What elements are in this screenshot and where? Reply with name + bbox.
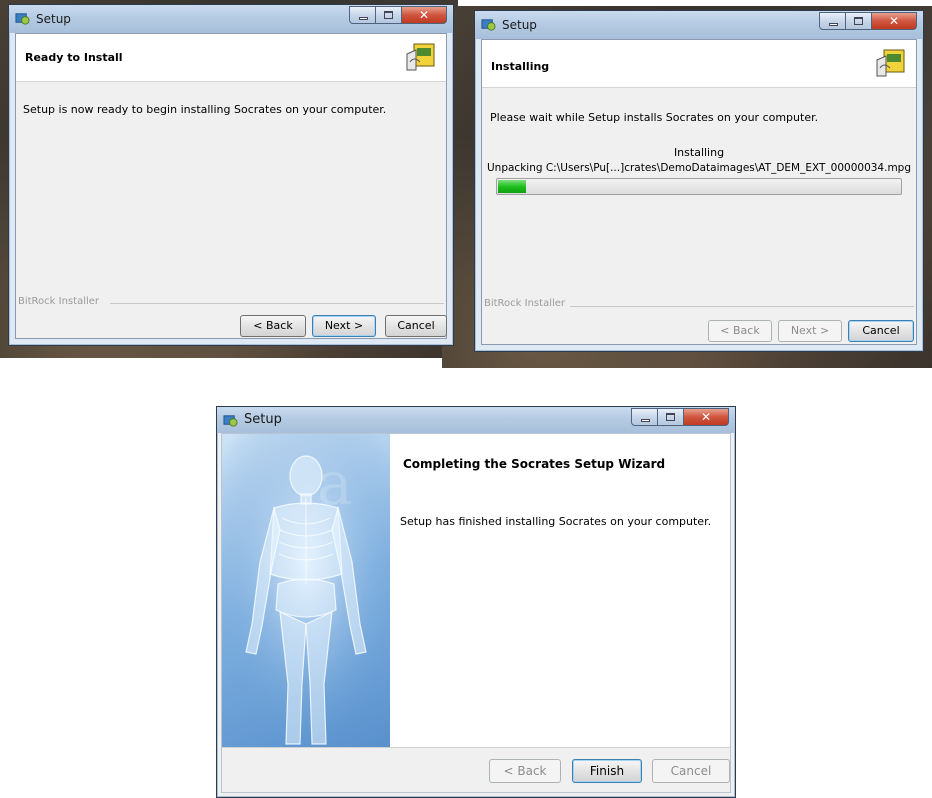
setup-app-icon <box>15 13 30 25</box>
file-path-label: Unpacking C:\Users\Pu[...]crates\DemoDat… <box>486 162 912 174</box>
window-title: Setup <box>244 412 282 427</box>
finish-button[interactable]: Finish <box>572 759 642 783</box>
page-title: Installing <box>491 60 550 73</box>
installer-brand: BitRock Installer <box>484 298 566 309</box>
setup-window-ready: Setup ✕ Ready to Install Setup is now re… <box>8 4 454 346</box>
close-icon: ✕ <box>888 14 900 28</box>
wait-message: Please wait while Setup installs Socrate… <box>490 111 819 124</box>
maximize-button[interactable] <box>658 408 684 426</box>
window-title: Setup <box>36 12 71 26</box>
close-button[interactable]: ✕ <box>684 408 729 426</box>
back-button[interactable]: < Back <box>489 759 561 783</box>
progress-bar <box>496 178 902 195</box>
back-button[interactable]: < Back <box>708 320 772 342</box>
installer-box-icon <box>406 43 435 71</box>
next-button[interactable]: Next > <box>312 315 376 337</box>
status-label: Installing <box>673 146 725 159</box>
back-button[interactable]: < Back <box>240 315 306 337</box>
ready-message: Setup is now ready to begin installing S… <box>23 103 387 116</box>
close-button[interactable]: ✕ <box>872 12 917 30</box>
divider <box>110 303 444 304</box>
installer-box-icon <box>876 49 905 77</box>
setup-app-icon <box>481 19 496 31</box>
minimize-button[interactable] <box>349 6 376 24</box>
title-bar[interactable]: Setup ✕ <box>217 407 735 433</box>
setup-app-icon <box>223 415 238 427</box>
dialog-client: Installing Please wait while Setup insta… <box>481 39 917 345</box>
maximize-button[interactable] <box>846 12 872 30</box>
dialog-header: Ready to Install <box>16 34 446 82</box>
cancel-button[interactable]: Cancel <box>848 320 914 342</box>
page-title: Ready to Install <box>25 51 123 64</box>
cancel-button[interactable]: Cancel <box>652 759 730 783</box>
close-icon: ✕ <box>700 410 712 424</box>
progress-fill <box>498 180 527 193</box>
side-panel-image: a <box>222 434 390 792</box>
setup-window-installing: Setup ✕ Installing Please wait while Set… <box>474 10 924 352</box>
installer-brand: BitRock Installer <box>18 296 100 307</box>
dialog-header: Installing <box>482 40 916 88</box>
maximize-button[interactable] <box>376 6 402 24</box>
page-title: Completing the Socrates Setup Wizard <box>403 457 666 471</box>
next-button[interactable]: Next > <box>778 320 842 342</box>
dialog-client: Ready to Install Setup is now ready to b… <box>15 33 447 339</box>
close-icon: ✕ <box>418 8 430 22</box>
title-bar[interactable]: Setup ✕ <box>475 11 923 39</box>
window-title: Setup <box>502 18 537 32</box>
dialog-client: a Completing the Socrates Setup Wizard S… <box>221 433 731 793</box>
human-skeleton-image: a <box>222 434 390 754</box>
setup-window-complete: Setup ✕ a Completing the Socrates Setup … <box>216 406 736 798</box>
divider <box>570 306 914 307</box>
cancel-button[interactable]: Cancel <box>385 315 447 337</box>
title-bar[interactable]: Setup ✕ <box>9 5 453 33</box>
close-button[interactable]: ✕ <box>402 6 447 24</box>
minimize-button[interactable] <box>819 12 846 30</box>
button-footer: < Back Finish Cancel <box>222 747 730 792</box>
finished-message: Setup has finished installing Socrates o… <box>400 515 712 528</box>
minimize-button[interactable] <box>631 408 658 426</box>
